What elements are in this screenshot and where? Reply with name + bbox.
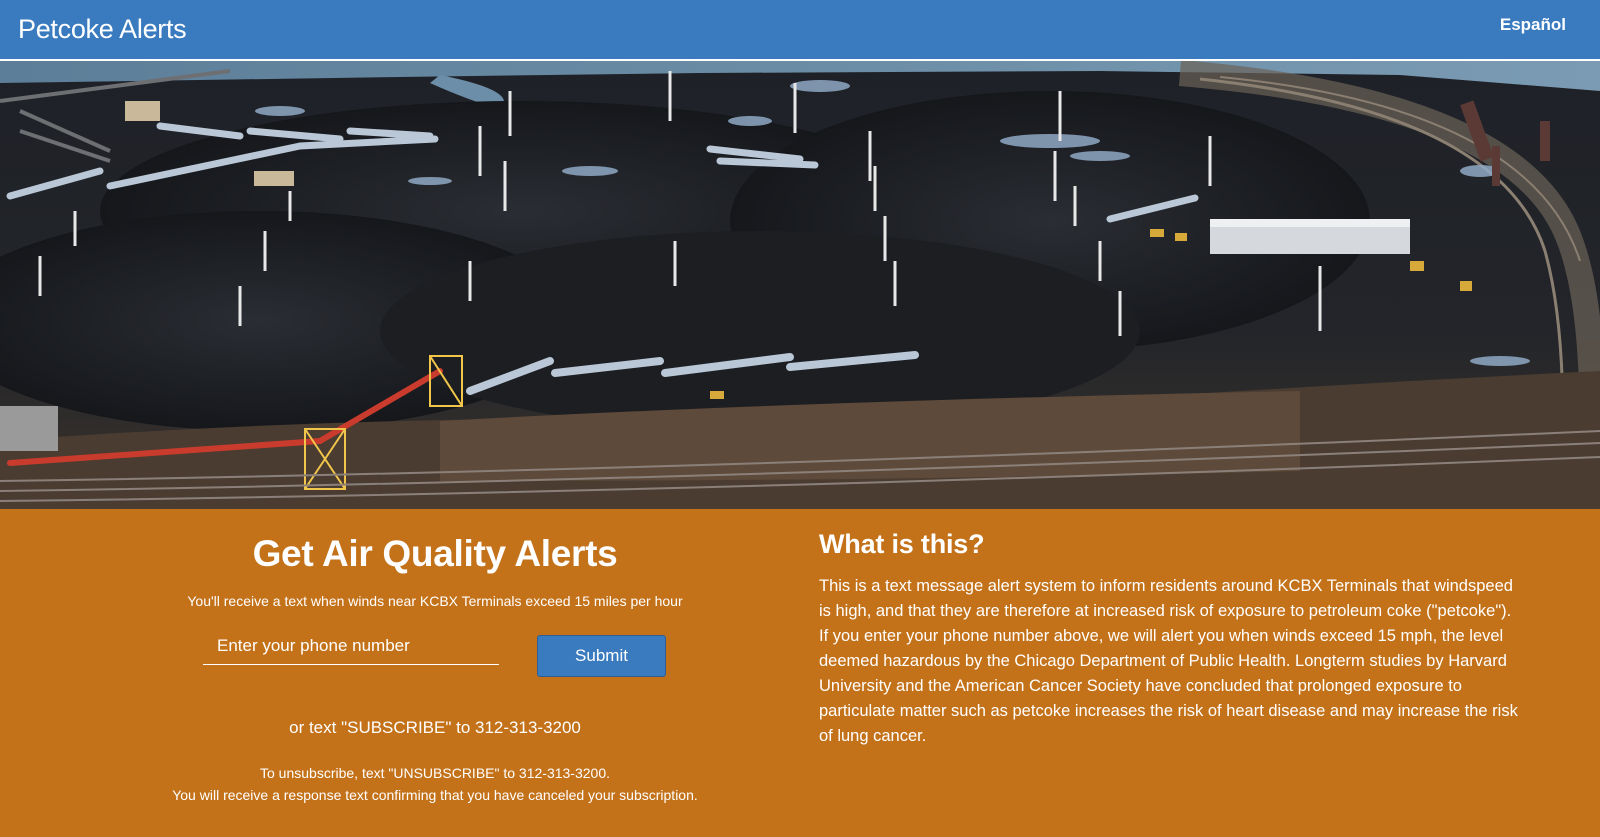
signup-subtitle: You'll receive a text when winds near KC… <box>187 593 683 609</box>
info-panel: What is this? This is a text message ale… <box>819 529 1519 749</box>
top-navbar: Petcoke Alerts Español <box>0 0 1600 61</box>
signup-title: Get Air Quality Alerts <box>252 533 618 574</box>
phone-number-input[interactable] <box>203 627 499 665</box>
aerial-petcoke-terminal-photo <box>0 61 1600 509</box>
brand-link[interactable]: Petcoke Alerts <box>18 14 187 45</box>
hero-image <box>0 61 1600 509</box>
submit-button[interactable]: Submit <box>537 635 666 677</box>
main-content: Get Air Quality Alerts You'll receive a … <box>0 509 1600 837</box>
language-toggle-link[interactable]: Español <box>1500 15 1566 35</box>
unsubscribe-instructions: To unsubscribe, text "UNSUBSCRIBE" to 31… <box>260 765 610 781</box>
unsubscribe-confirmation-note: You will receive a response text confirm… <box>172 787 698 803</box>
sms-subscribe-text: or text "SUBSCRIBE" to 312-313-3200 <box>289 718 581 737</box>
info-body: This is a text message alert system to i… <box>819 577 1518 745</box>
info-title: What is this? <box>819 529 985 559</box>
